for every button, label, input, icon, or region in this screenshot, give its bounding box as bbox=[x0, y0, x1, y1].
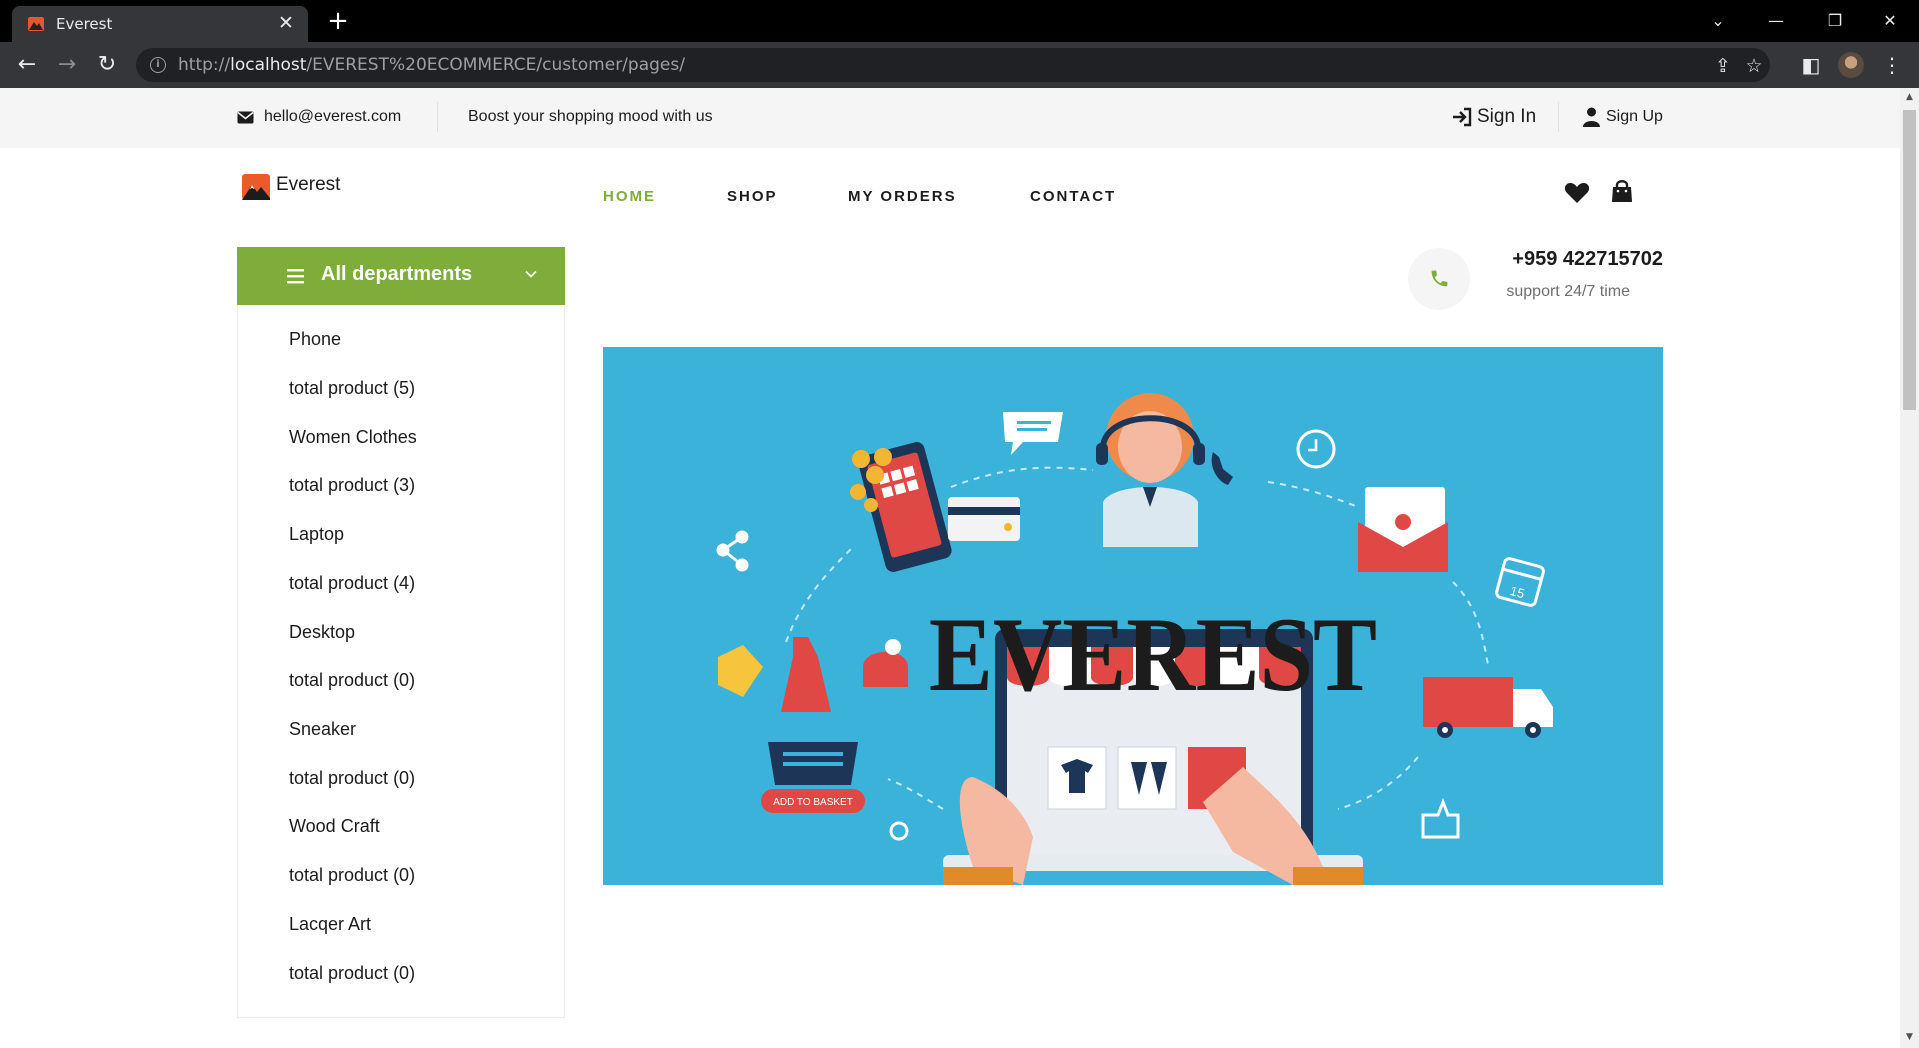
gear-icon bbox=[889, 821, 909, 841]
close-window-icon[interactable]: ✕ bbox=[1870, 6, 1910, 36]
department-count[interactable]: total product (3) bbox=[289, 475, 415, 496]
support-note: support 24/7 time bbox=[1506, 283, 1630, 300]
web-page: hello@everest.com Boost your shopping mo… bbox=[0, 88, 1900, 1048]
divider bbox=[1558, 102, 1559, 132]
department-item[interactable]: Lacqer Art bbox=[289, 914, 371, 935]
calendar-icon: 15 bbox=[1495, 557, 1545, 607]
handset-icon bbox=[1211, 452, 1233, 485]
delivery-truck-graphic bbox=[1423, 677, 1553, 738]
nav-contact[interactable]: CONTACT bbox=[1030, 188, 1116, 205]
departments-list: Phone total product (5) Women Clothes to… bbox=[237, 305, 565, 1018]
tagline: Boost your shopping mood with us bbox=[468, 108, 713, 125]
reload-icon[interactable]: ↻ bbox=[91, 49, 123, 81]
sidepanel-icon[interactable]: ◧ bbox=[1797, 51, 1825, 79]
sign-in-link[interactable]: Sign In bbox=[1477, 106, 1536, 128]
chevron-down-icon bbox=[525, 270, 537, 278]
share-icon[interactable]: ⇪ bbox=[1712, 55, 1734, 77]
basket-graphic: ADD TO BASKET bbox=[761, 742, 865, 813]
phone-icon-circle bbox=[1408, 248, 1470, 310]
support-agent-graphic bbox=[1096, 393, 1205, 547]
tab-title: Everest bbox=[56, 15, 113, 33]
thumbs-up-icon bbox=[1421, 797, 1460, 839]
forward-icon[interactable]: → bbox=[51, 49, 83, 81]
department-count[interactable]: total product (0) bbox=[289, 670, 415, 691]
hero-banner: 15 ADD TO BASKET EVEREST bbox=[603, 347, 1663, 885]
browser-tab-strip: Everest ✕ + ⌄ — ❐ ✕ bbox=[0, 0, 1919, 42]
user-icon[interactable] bbox=[1583, 107, 1600, 127]
browser-toolbar: ← → ↻ i http://localhost/EVEREST%20ECOMM… bbox=[0, 42, 1919, 88]
shopping-bag-icon[interactable] bbox=[1609, 178, 1635, 204]
department-item[interactable]: Desktop bbox=[289, 622, 355, 643]
profile-avatar[interactable] bbox=[1838, 52, 1864, 78]
department-count[interactable]: total product (0) bbox=[289, 768, 415, 789]
nav-home[interactable]: HOME bbox=[603, 188, 656, 205]
nav-shop[interactable]: SHOP bbox=[727, 188, 778, 205]
department-count[interactable]: total product (0) bbox=[289, 865, 415, 886]
new-tab-icon[interactable]: + bbox=[324, 7, 352, 35]
scroll-down-icon[interactable]: ▼ bbox=[1904, 1032, 1915, 1043]
tab-search-icon[interactable]: ⌄ bbox=[1698, 6, 1738, 36]
divider bbox=[437, 102, 438, 132]
browser-tab[interactable]: Everest ✕ bbox=[12, 6, 308, 42]
department-item[interactable]: Laptop bbox=[289, 524, 344, 545]
department-count[interactable]: total product (0) bbox=[289, 963, 415, 984]
scrollbar-thumb[interactable] bbox=[1903, 110, 1916, 410]
envelope-graphic bbox=[1358, 487, 1448, 572]
tab-close-icon[interactable]: ✕ bbox=[274, 11, 298, 35]
scroll-up-icon[interactable]: ▲ bbox=[1904, 92, 1915, 103]
clock-icon bbox=[1296, 429, 1336, 469]
support-phone-number[interactable]: +959 422715702 bbox=[1512, 248, 1663, 271]
star-icon[interactable]: ☆ bbox=[1743, 55, 1765, 77]
brand-name: Everest bbox=[276, 174, 341, 195]
back-icon[interactable]: ← bbox=[11, 49, 43, 81]
department-count[interactable]: total product (4) bbox=[289, 573, 415, 594]
sign-in-icon[interactable] bbox=[1452, 107, 1472, 127]
address-bar[interactable]: i http://localhost/EVEREST%20ECOMMERCE/c… bbox=[136, 48, 1770, 82]
department-item[interactable]: Sneaker bbox=[289, 719, 356, 740]
department-item[interactable]: Women Clothes bbox=[289, 427, 417, 448]
department-item[interactable]: Phone bbox=[289, 329, 341, 350]
favicon-icon bbox=[28, 17, 44, 31]
mail-icon bbox=[237, 111, 254, 124]
hero-illustration: 15 ADD TO BASKET EVEREST bbox=[716, 393, 1553, 885]
department-item[interactable]: Wood Craft bbox=[289, 816, 380, 837]
share-icon bbox=[716, 530, 749, 572]
contact-email[interactable]: hello@everest.com bbox=[264, 108, 401, 126]
phone-icon bbox=[1431, 270, 1448, 287]
mountain-logo-icon bbox=[242, 174, 270, 200]
sign-up-link[interactable]: Sign Up bbox=[1606, 108, 1663, 126]
page-scrollbar[interactable]: ▲ ▼ bbox=[1900, 88, 1919, 1048]
menu-icon[interactable]: ⋮ bbox=[1878, 51, 1906, 79]
clothing-graphics bbox=[718, 637, 908, 712]
nav-my-orders[interactable]: MY ORDERS bbox=[848, 188, 957, 205]
svg-text:15: 15 bbox=[1508, 583, 1526, 601]
header-top-bar: hello@everest.com Boost your shopping mo… bbox=[0, 88, 1900, 148]
site-info-icon[interactable]: i bbox=[150, 57, 166, 73]
hamburger-icon bbox=[287, 269, 304, 284]
hero-wordmark: EVEREST bbox=[929, 596, 1377, 713]
smartphone-graphic bbox=[850, 442, 1020, 572]
heart-icon[interactable] bbox=[1564, 180, 1590, 206]
minimize-icon[interactable]: — bbox=[1756, 6, 1796, 36]
restore-icon[interactable]: ❐ bbox=[1815, 6, 1855, 36]
all-departments-button[interactable]: All departments bbox=[237, 247, 565, 305]
svg-text:ADD TO BASKET: ADD TO BASKET bbox=[773, 797, 853, 808]
url-text[interactable]: http://localhost/EVEREST%20ECOMMERCE/cus… bbox=[178, 55, 685, 75]
chat-bubble-icon bbox=[1003, 412, 1063, 455]
all-departments-label: All departments bbox=[321, 263, 473, 285]
department-count[interactable]: total product (5) bbox=[289, 378, 415, 399]
